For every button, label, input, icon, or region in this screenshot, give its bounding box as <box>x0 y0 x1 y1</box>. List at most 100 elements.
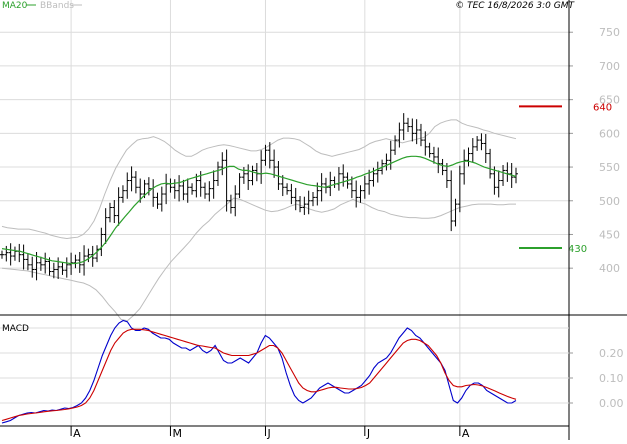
ohlc-bar <box>4 245 9 262</box>
ohlc-bar <box>336 167 341 191</box>
ohlc-bar <box>436 147 441 174</box>
ohlc-bar <box>103 208 108 244</box>
x-tick-label: J <box>366 427 370 440</box>
level-label: 430 <box>568 244 587 255</box>
ohlc-bar <box>328 171 333 197</box>
ma20-line-group <box>1 155 517 265</box>
macd-tick-label: 0.20 <box>599 347 624 360</box>
ohlc-bar <box>310 192 315 207</box>
ohlc-bar <box>406 117 411 132</box>
price-tick-label: 750 <box>599 26 620 39</box>
bband-upper-line <box>1 119 517 240</box>
macd-series-line <box>1 328 517 422</box>
ohlc-bar <box>207 181 212 202</box>
ohlc-bar <box>341 164 346 187</box>
ohlc-bar <box>384 153 389 171</box>
ohlc-bar <box>332 176 337 188</box>
ohlc-bar <box>38 256 43 271</box>
ohlc-bar <box>125 172 130 199</box>
ohlc-bar <box>488 148 493 179</box>
ohlc-bar <box>298 196 303 213</box>
ohlc-bar <box>388 140 393 170</box>
ohlc-bar <box>30 256 35 278</box>
ohlc-bar <box>164 173 169 205</box>
ohlc-bar <box>457 165 462 213</box>
ohlc-bar <box>285 183 290 195</box>
ohlc-bar <box>159 186 164 212</box>
ohlc-bar <box>250 165 255 186</box>
chart-stage: 640 430 750 700 650 600 550 500 450 400 0.20 0.10… <box>0 0 627 440</box>
ohlc-bar <box>354 180 359 208</box>
ohlc-bar <box>220 152 225 176</box>
price-tick-label: 450 <box>599 228 620 241</box>
x-tick-label: A <box>462 427 470 440</box>
x-tick-label: M <box>172 427 182 440</box>
technical-chart: 640430 750700650600550500450400 0.200.10… <box>0 0 627 440</box>
ohlc-bar <box>362 175 367 199</box>
ohlc-bar <box>272 149 277 178</box>
macd-tick-label: 0.10 <box>599 372 624 385</box>
ohlc-bar <box>215 161 220 186</box>
bband-lower-line <box>1 197 516 322</box>
ohlc-bar <box>375 161 380 183</box>
macd-y-axis: 0.20 0.10 0.00 <box>569 347 624 410</box>
ohlc-bar <box>358 185 363 203</box>
ohlc-bar <box>397 122 402 148</box>
ohlc-bar <box>241 167 246 184</box>
ohlc-bar <box>190 183 195 195</box>
ohlc-bar <box>470 138 475 163</box>
ohlc-bar <box>129 166 134 192</box>
ohlc-bar <box>107 202 112 223</box>
price-tick-label: 400 <box>599 262 620 275</box>
ohlc-bar <box>21 244 26 270</box>
ohlc-bar <box>116 187 121 226</box>
ohlc-bar <box>185 178 190 203</box>
ohlc-bar <box>501 165 506 186</box>
ohlc-bar <box>224 149 229 212</box>
x-tick-label: A <box>73 427 81 440</box>
ohlc-bar <box>0 250 4 259</box>
ohlc-bar <box>73 254 78 269</box>
x-tick-label: J <box>266 427 270 440</box>
ohlc-bar <box>99 227 104 257</box>
copyright-timestamp: © TEC 16/8/2026 3:0 GMT <box>455 1 575 11</box>
price-grid <box>0 0 569 426</box>
macd-lines <box>1 319 517 424</box>
ohlc-bar <box>293 187 298 211</box>
ohlc-bar <box>479 133 484 151</box>
ohlc-bar <box>8 243 13 266</box>
ohlc-bar <box>112 200 117 224</box>
macd-series-line <box>1 319 517 424</box>
ohlc-bar <box>120 185 125 203</box>
macd-panel-title: MACD <box>2 324 29 334</box>
price-tick-label: 500 <box>599 195 620 208</box>
ohlc-bars <box>0 113 518 281</box>
ohlc-bar <box>211 170 216 199</box>
ohlc-bar <box>427 142 432 158</box>
ohlc-bar <box>228 194 233 214</box>
ma20-line <box>1 155 517 265</box>
price-tick-label: 700 <box>599 60 620 73</box>
ohlc-bar <box>168 178 173 193</box>
macd-tick-label: 0.00 <box>599 397 624 410</box>
price-tick-label: 650 <box>599 94 620 107</box>
ohlc-bar <box>410 118 415 142</box>
ohlc-bar <box>172 179 177 199</box>
ohlc-bar <box>177 175 182 202</box>
ohlc-bar <box>203 182 208 199</box>
ohlc-bar <box>453 198 458 227</box>
ohlc-bar <box>323 177 328 194</box>
ohlc-bar <box>466 147 471 167</box>
ohlc-bar <box>401 113 406 141</box>
legend-ma20: MA20 <box>2 1 28 11</box>
ohlc-bar <box>505 162 510 182</box>
price-tick-label: 600 <box>599 127 620 140</box>
price-y-axis: 750 700 650 600 550 500 450 400 <box>569 26 620 275</box>
ohlc-bar <box>418 123 423 147</box>
ohlc-bar <box>246 164 251 190</box>
ohlc-bar <box>393 135 398 155</box>
ohlc-bar <box>133 171 138 194</box>
legend-bbands: BBands <box>40 1 74 11</box>
ohlc-bar <box>43 252 48 274</box>
ohlc-bar <box>496 170 501 198</box>
